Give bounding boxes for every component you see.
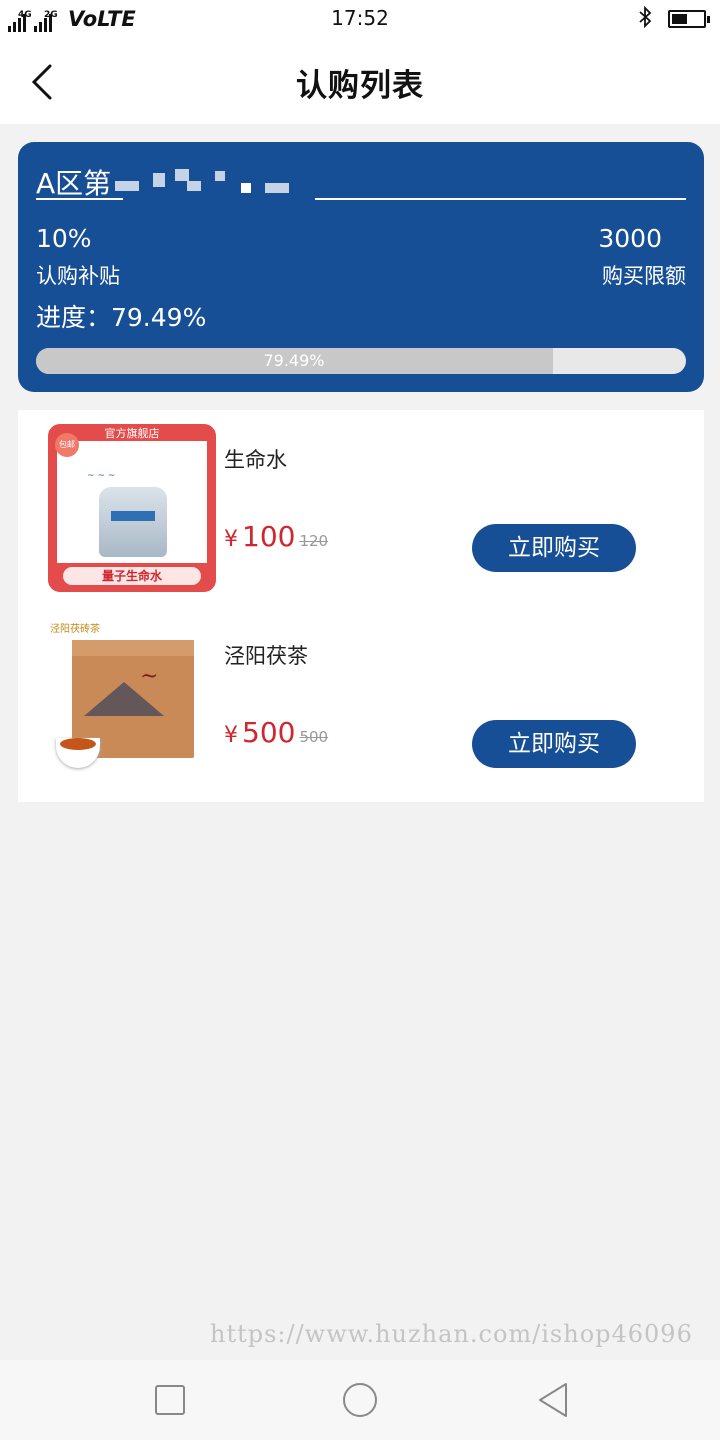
list-item[interactable]: 泾阳茯砖茶 ~ 泾阳茯茶 ¥500 500 立即购买 — [18, 606, 704, 802]
image-slogan: ~ ~ ~ — [87, 471, 116, 481]
list-item[interactable]: 官方旗舰店 ~ ~ ~ 包邮 量子生命水 生命水 ¥100 120 立即购买 — [18, 410, 704, 606]
status-right — [638, 5, 710, 33]
product-price: ¥500 500 — [224, 716, 328, 749]
zone-name: A区第 — [36, 167, 112, 200]
recent-apps-icon[interactable] — [150, 1382, 190, 1418]
page-title: 认购列表 — [296, 68, 424, 104]
original-price: 500 — [299, 728, 329, 746]
image-banner: 量子生命水 — [63, 567, 201, 585]
free-shipping-tag: 包邮 — [55, 433, 79, 457]
currency-symbol: ¥ — [224, 527, 238, 552]
product-name: 生命水 — [224, 448, 287, 472]
product-name: 泾阳茯茶 — [224, 644, 308, 668]
zone-title: A区第 — [36, 162, 290, 202]
status-time: 17:52 — [331, 6, 389, 30]
price-value: 100 — [242, 520, 296, 553]
watermark: https://www.huzhan.com/ishop46096 — [210, 1320, 693, 1348]
progress-text: 进度：79.49% — [36, 303, 207, 332]
subsidy-value: 10% — [36, 224, 92, 253]
water-bag-graphic — [99, 487, 167, 557]
product-list: 官方旗舰店 ~ ~ ~ 包邮 量子生命水 生命水 ¥100 120 立即购买 泾阳… — [18, 410, 704, 802]
bag-label-graphic — [111, 511, 155, 521]
progress-bar-label: 79.49% — [263, 351, 325, 370]
tea-liquid-graphic — [60, 738, 96, 750]
bluetooth-icon — [638, 5, 652, 33]
price-value: 500 — [242, 716, 296, 749]
zone-underline-gap — [123, 198, 315, 200]
battery-icon — [668, 10, 710, 28]
currency-symbol: ¥ — [224, 723, 238, 748]
limit-value: 3000 — [598, 224, 662, 253]
redacted-mask — [115, 167, 290, 197]
product-image-water[interactable]: 官方旗舰店 ~ ~ ~ 包邮 量子生命水 — [48, 424, 216, 592]
summary-card: A区第 10% 认购补贴 3000 购买限额 进度：79.49% 79.49% — [18, 142, 704, 392]
image-brand: 泾阳茯砖茶 — [50, 624, 100, 635]
image-body: ~ ~ ~ — [57, 441, 207, 563]
progress-bar: 79.49% — [36, 348, 686, 374]
buy-now-button[interactable]: 立即购买 — [472, 720, 636, 768]
system-nav-bar — [0, 1360, 720, 1440]
calligraphy-graphic: ~ — [140, 664, 159, 689]
subsidy-label: 认购补贴 — [36, 264, 120, 288]
product-price: ¥100 120 — [224, 520, 328, 553]
nav-bar: 认购列表 — [0, 38, 720, 124]
limit-label: 购买限额 — [602, 264, 686, 288]
original-price: 120 — [299, 532, 329, 550]
back-icon[interactable] — [534, 1382, 574, 1418]
tea-box-top — [72, 640, 194, 656]
home-icon[interactable] — [340, 1382, 380, 1418]
status-bar: 4G 2G VoLTE 17:52 — [0, 0, 720, 38]
product-image-tea[interactable]: 泾阳茯砖茶 ~ — [48, 620, 216, 788]
buy-now-button[interactable]: 立即购买 — [472, 524, 636, 572]
